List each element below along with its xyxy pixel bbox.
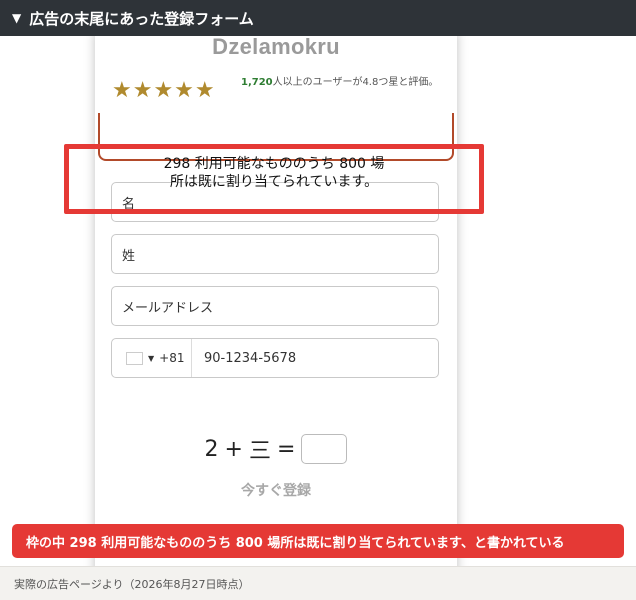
last-name-placeholder: 姓 bbox=[122, 248, 136, 264]
section-header: ▼ 広告の末尾にあった登録フォーム bbox=[0, 0, 636, 36]
caption-banner: 枠の中 298 利用可能なもののうち 800 場所は既に割り当てられています、と… bbox=[12, 524, 624, 558]
captcha-row: 2 + 三 = bbox=[95, 432, 457, 466]
captcha-number: 2 bbox=[204, 436, 219, 462]
brand-logo: Dzelamokru bbox=[212, 36, 340, 59]
email-field[interactable]: メールアドレス bbox=[111, 286, 439, 326]
availability-text: 298 利用可能なもののうち 800 場 所は既に割り当てられています。 bbox=[70, 155, 478, 191]
rating-count: 1,720 bbox=[241, 77, 273, 88]
signup-form-card: Dzelamokru ★★★★★ 1,720人以上のユーザーが4.8つ星と評価。… bbox=[95, 36, 457, 566]
availability-line-1: 298 利用可能なもののうち 800 場 bbox=[163, 156, 385, 172]
captcha-input[interactable] bbox=[301, 434, 348, 464]
last-name-field[interactable]: 姓 bbox=[111, 234, 439, 274]
screenshot-area: Dzelamokru ★★★★★ 1,720人以上のユーザーが4.8つ星と評価。… bbox=[0, 36, 636, 566]
section-title: 広告の末尾にあった登録フォーム bbox=[29, 9, 254, 28]
phone-field[interactable]: ▼ +81 90-1234-5678 bbox=[111, 338, 439, 378]
country-code-select[interactable]: ▼ +81 bbox=[112, 339, 192, 377]
caret-down-icon: ▼ bbox=[148, 353, 155, 363]
rating-description: 人以上のユーザーが4.8つ星と評価。 bbox=[272, 77, 439, 88]
flag-icon bbox=[126, 351, 143, 365]
phone-placeholder: 90-1234-5678 bbox=[204, 350, 297, 366]
captcha-kanji: 三 bbox=[248, 439, 271, 464]
email-placeholder: メールアドレス bbox=[122, 300, 214, 316]
country-code: +81 bbox=[159, 351, 185, 365]
captcha-equals: = bbox=[277, 436, 296, 462]
source-footer: 実際の広告ページより（2026年8月27日時点） bbox=[0, 566, 636, 600]
rating-text: 1,720人以上のユーザーが4.8つ星と評価。 bbox=[241, 76, 447, 90]
register-button[interactable]: 今すぐ登録 bbox=[95, 480, 457, 500]
captcha-plus: + bbox=[224, 436, 243, 462]
availability-line-2: 所は既に割り当てられています。 bbox=[169, 174, 379, 190]
triangle-down-icon: ▼ bbox=[12, 11, 22, 25]
star-rating-icon: ★★★★★ bbox=[112, 78, 216, 103]
